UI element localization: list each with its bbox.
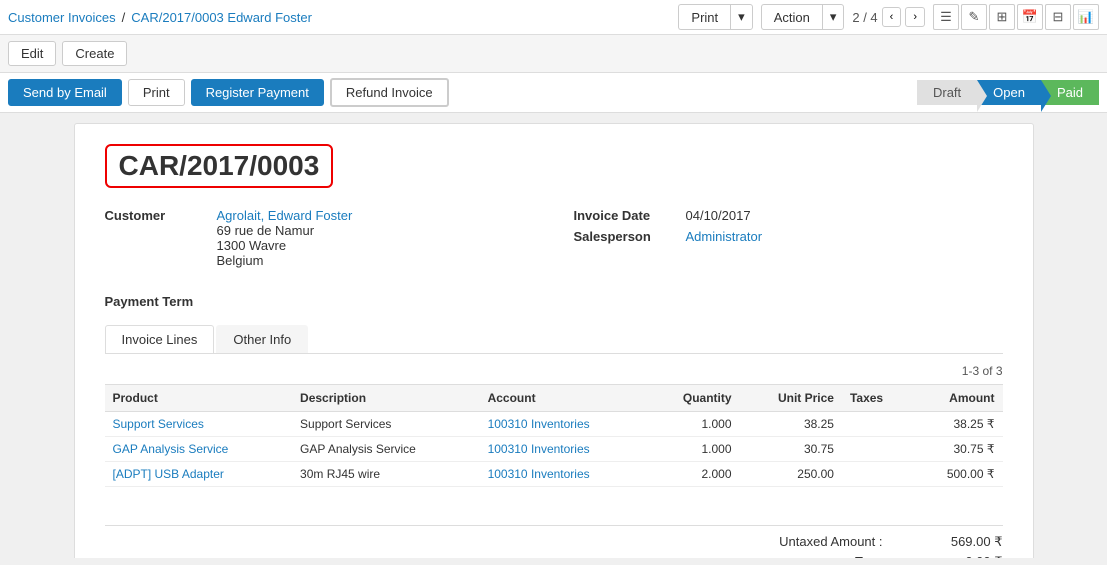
cell-quantity: 1.000 <box>648 412 740 437</box>
cell-description: GAP Analysis Service <box>292 437 480 462</box>
salesperson-value[interactable]: Administrator <box>686 229 763 244</box>
print-button[interactable]: Print <box>678 4 730 30</box>
print-action-button[interactable]: Print <box>128 79 185 106</box>
tabs: Invoice Lines Other Info <box>105 325 1003 354</box>
action-bar: Send by Email Print Register Payment Ref… <box>0 73 1107 113</box>
tax-label: Tax : <box>743 554 903 558</box>
untaxed-value: 569.00 ₹ <box>903 534 1003 550</box>
cell-amount: 500.00 ₹ <box>912 462 1003 487</box>
table-row: Support Services Support Services 100310… <box>105 412 1003 437</box>
invoice-number: CAR/2017/0003 <box>105 144 334 188</box>
customer-info: Agrolait, Edward Foster 69 rue de Namur … <box>217 208 353 268</box>
cell-taxes <box>842 412 912 437</box>
table-header-row: Product Description Account Quantity Uni… <box>105 385 1003 412</box>
table-row: [ADPT] USB Adapter 30m RJ45 wire 100310 … <box>105 462 1003 487</box>
cell-account[interactable]: 100310 Inventories <box>480 437 648 462</box>
refund-invoice-button[interactable]: Refund Invoice <box>330 78 449 107</box>
customer-address1: 69 rue de Namur <box>217 223 353 238</box>
col-unit-price: Unit Price <box>740 385 842 412</box>
info-section: Customer Agrolait, Edward Foster 69 rue … <box>105 208 1003 274</box>
invoice-date-value: 04/10/2017 <box>686 208 751 223</box>
untaxed-row: Untaxed Amount : 569.00 ₹ <box>105 534 1003 550</box>
untaxed-label: Untaxed Amount : <box>743 534 903 550</box>
salesperson-row: Salesperson Administrator <box>574 229 1003 244</box>
col-product: Product <box>105 385 293 412</box>
cell-unit-price: 38.25 <box>740 412 842 437</box>
col-description: Description <box>292 385 480 412</box>
graph-view-icon[interactable]: 📊 <box>1073 4 1099 30</box>
breadcrumb-parent[interactable]: Customer Invoices <box>8 10 116 25</box>
print-btn-group: Print ▾ <box>678 4 752 30</box>
action-btn-group: Action ▾ <box>761 4 845 30</box>
payment-term-label: Payment Term <box>105 294 194 309</box>
col-account: Account <box>480 385 648 412</box>
customer-address2: 1300 Wavre <box>217 238 353 253</box>
nav-count: 2 / 4 <box>852 10 877 25</box>
status-draft[interactable]: Draft <box>917 80 977 105</box>
view-icons: ☰ ✎ ⊞ 📅 ⊟ 📊 <box>933 4 1099 30</box>
cell-taxes <box>842 437 912 462</box>
invoice-date-row: Invoice Date 04/10/2017 <box>574 208 1003 223</box>
edit-button[interactable]: Edit <box>8 41 56 66</box>
cell-quantity: 1.000 <box>648 437 740 462</box>
edit-view-icon[interactable]: ✎ <box>961 4 987 30</box>
calendar-view-icon[interactable]: 📅 <box>1017 4 1043 30</box>
records-count: 1-3 of 3 <box>105 364 1003 378</box>
register-payment-button[interactable]: Register Payment <box>191 79 324 106</box>
cell-amount: 30.75 ₹ <box>912 437 1003 462</box>
cell-product[interactable]: Support Services <box>105 412 293 437</box>
cell-product[interactable]: [ADPT] USB Adapter <box>105 462 293 487</box>
main-content: CAR/2017/0003 Customer Agrolait, Edward … <box>0 113 1107 558</box>
tax-row: Tax : 0.00 ₹ <box>105 554 1003 558</box>
status-bar: Draft Open Paid <box>917 80 1099 105</box>
cell-taxes <box>842 462 912 487</box>
edit-toolbar: Edit Create <box>0 35 1107 73</box>
cell-description: 30m RJ45 wire <box>292 462 480 487</box>
customer-label: Customer <box>105 208 205 268</box>
breadcrumb-separator: / <box>122 10 126 25</box>
salesperson-label: Salesperson <box>574 229 674 244</box>
invoice-card: CAR/2017/0003 Customer Agrolait, Edward … <box>74 123 1034 558</box>
col-taxes: Taxes <box>842 385 912 412</box>
cell-unit-price: 30.75 <box>740 437 842 462</box>
cell-description: Support Services <box>292 412 480 437</box>
send-by-email-button[interactable]: Send by Email <box>8 79 122 106</box>
col-quantity: Quantity <box>648 385 740 412</box>
cell-quantity: 2.000 <box>648 462 740 487</box>
info-right: Invoice Date 04/10/2017 Salesperson Admi… <box>574 208 1003 274</box>
action-button[interactable]: Action <box>761 4 822 30</box>
create-button[interactable]: Create <box>62 41 127 66</box>
nav-controls: 2 / 4 ‹ › <box>852 7 925 27</box>
customer-row: Customer Agrolait, Edward Foster 69 rue … <box>105 208 534 268</box>
customer-address3: Belgium <box>217 253 353 268</box>
cell-account[interactable]: 100310 Inventories <box>480 412 648 437</box>
breadcrumb-current: CAR/2017/0003 Edward Foster <box>131 10 312 25</box>
cell-amount: 38.25 ₹ <box>912 412 1003 437</box>
tab-other-info[interactable]: Other Info <box>216 325 308 353</box>
kanban-view-icon[interactable]: ⊞ <box>989 4 1015 30</box>
list-view-icon[interactable]: ☰ <box>933 4 959 30</box>
table-row: GAP Analysis Service GAP Analysis Servic… <box>105 437 1003 462</box>
pivot-view-icon[interactable]: ⊟ <box>1045 4 1071 30</box>
action-caret[interactable]: ▾ <box>822 4 845 30</box>
breadcrumb-bar: Customer Invoices / CAR/2017/0003 Edward… <box>0 0 1107 35</box>
totals-section: Untaxed Amount : 569.00 ₹ Tax : 0.00 ₹ T… <box>105 507 1003 558</box>
invoice-date-label: Invoice Date <box>574 208 674 223</box>
cell-product[interactable]: GAP Analysis Service <box>105 437 293 462</box>
print-caret[interactable]: ▾ <box>730 4 753 30</box>
cell-unit-price: 250.00 <box>740 462 842 487</box>
cell-account[interactable]: 100310 Inventories <box>480 462 648 487</box>
invoice-lines-table: Product Description Account Quantity Uni… <box>105 384 1003 487</box>
col-amount: Amount <box>912 385 1003 412</box>
nav-prev[interactable]: ‹ <box>882 7 902 27</box>
tax-value: 0.00 ₹ <box>903 554 1003 558</box>
nav-next[interactable]: › <box>905 7 925 27</box>
info-left: Customer Agrolait, Edward Foster 69 rue … <box>105 208 534 274</box>
tab-invoice-lines[interactable]: Invoice Lines <box>105 325 215 353</box>
payment-term-section: Payment Term <box>105 294 1003 309</box>
customer-name[interactable]: Agrolait, Edward Foster <box>217 208 353 223</box>
